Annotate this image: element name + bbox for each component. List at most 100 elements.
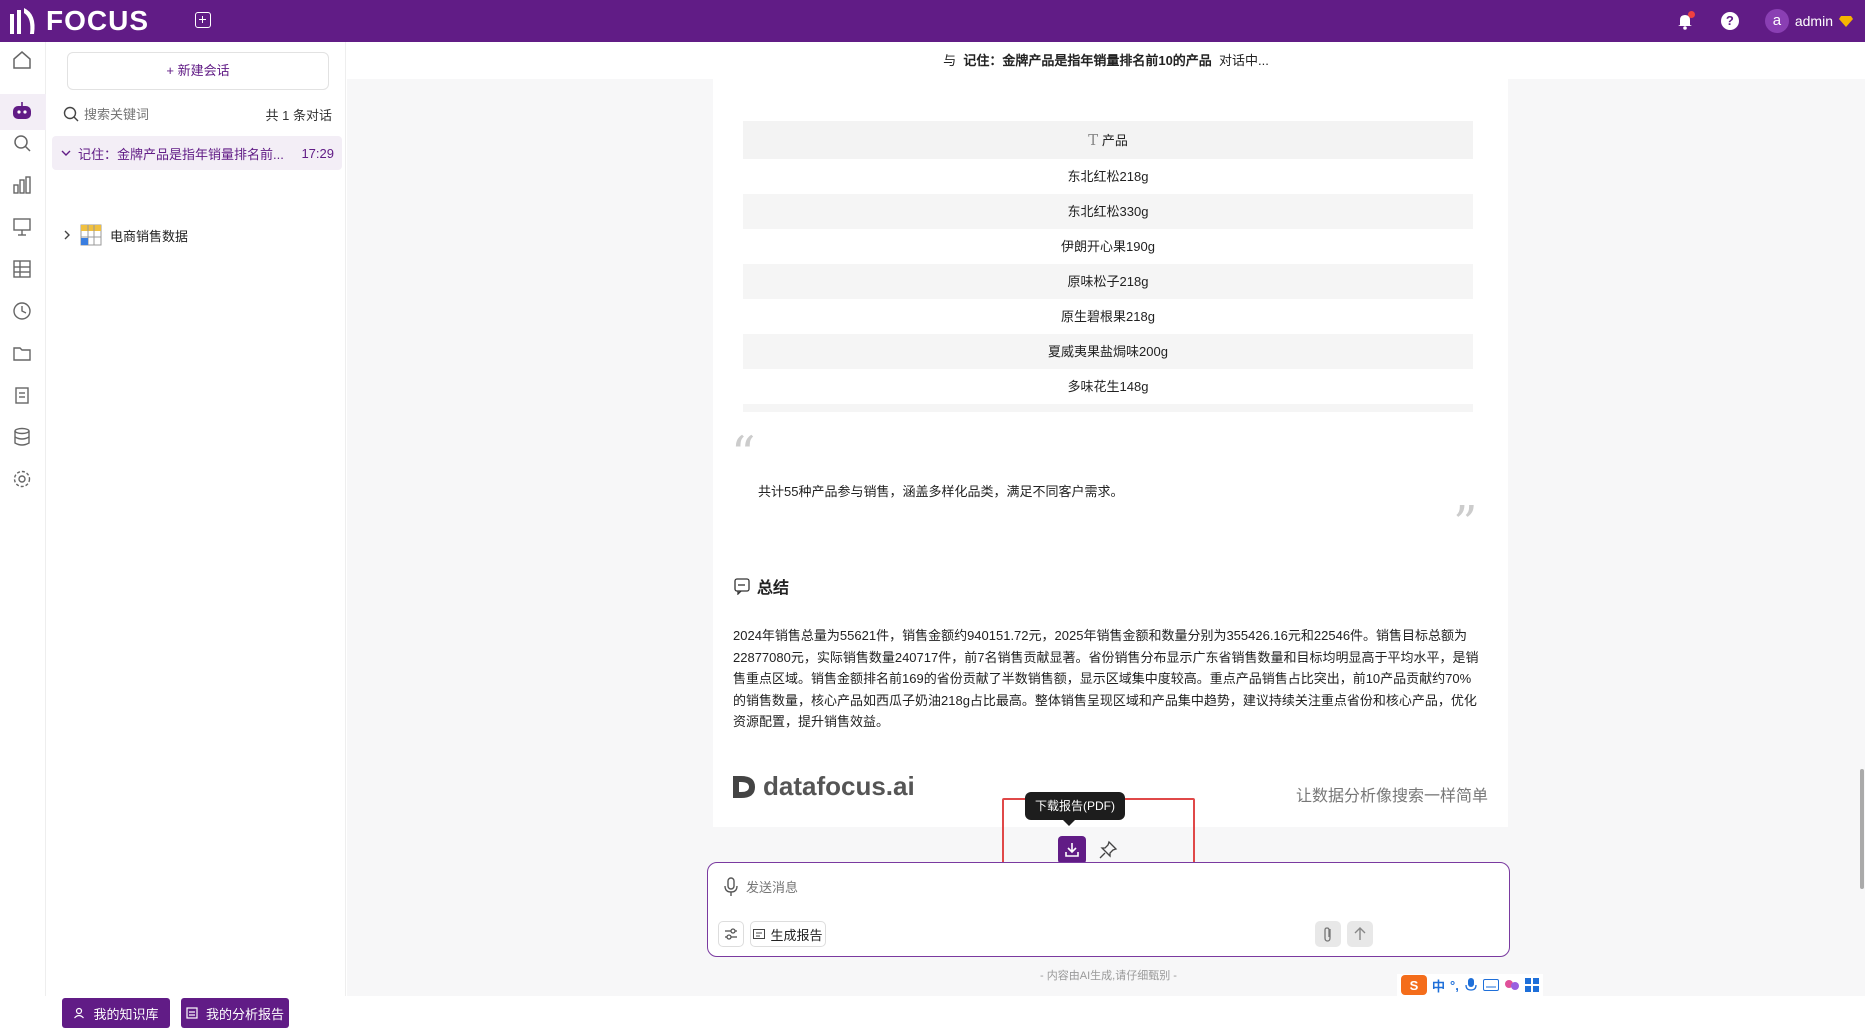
dataset-table-icon xyxy=(80,224,102,246)
summary-icon xyxy=(734,578,750,595)
user-icon xyxy=(74,1007,85,1019)
report-icon xyxy=(186,1007,198,1019)
ime-toolbar: S 中 °, xyxy=(1397,974,1543,996)
ime-punctuation[interactable]: °, xyxy=(1450,978,1459,993)
help-icon[interactable]: ? xyxy=(1720,12,1739,30)
table-row: 原味松子218g xyxy=(743,264,1473,299)
gear-icon[interactable] xyxy=(11,468,33,490)
header-status: 对话中... xyxy=(1219,53,1269,68)
analysis-reports-label: 我的分析报告 xyxy=(205,1006,284,1022)
new-chat-button[interactable]: + 新建会话 xyxy=(67,52,329,90)
message-input[interactable] xyxy=(746,875,1446,899)
table-header-label: 产品 xyxy=(1101,133,1128,148)
logo-mark-icon xyxy=(10,8,35,34)
generate-report-button[interactable]: 生成报告 xyxy=(750,921,826,947)
table-row: 多味花生148g xyxy=(1067,379,1149,394)
knowledge-base-label: 我的知识库 xyxy=(93,1006,159,1022)
brand-slogan: 让数据分析像搜索一样简单 xyxy=(1295,788,1488,805)
clipboard-icon[interactable] xyxy=(11,384,33,406)
svg-text:S: S xyxy=(1410,978,1419,993)
table-row: 东北红松218g xyxy=(1067,169,1149,184)
chevron-right-icon[interactable] xyxy=(62,229,72,241)
table-row-partial xyxy=(743,404,1473,412)
table-row: 原生碧根果218g xyxy=(1061,309,1155,324)
search-icon xyxy=(63,106,79,122)
logo-text: FOCUS xyxy=(46,5,149,36)
icon-rail xyxy=(0,42,46,996)
ime-keyboard-icon[interactable] xyxy=(1482,979,1499,991)
ime-mode[interactable]: 中 xyxy=(1432,976,1445,995)
dataset-name: 电商销售数据 xyxy=(110,228,189,244)
send-button[interactable] xyxy=(1347,921,1373,947)
ai-disclaimer: - 内容由AI生成,请仔细甄别 - xyxy=(1040,970,1177,982)
presentation-icon[interactable] xyxy=(11,216,33,238)
report-card: T 产品 东北红松218g 东北红松330g 伊朗开心果190g 原味松子218… xyxy=(713,79,1508,827)
scrollbar-thumb[interactable] xyxy=(1860,769,1864,889)
conversation-title: 记住：金牌产品是指年销量排名前... xyxy=(78,146,284,162)
report-icon xyxy=(753,929,766,939)
conversation-item[interactable]: 记住：金牌产品是指年销量排名前... 17:29 xyxy=(52,136,342,170)
ime-apps-icon[interactable] xyxy=(1524,978,1539,992)
dataset-tree-item[interactable]: 电商销售数据 xyxy=(62,224,188,246)
header-prefix: 与 xyxy=(943,53,957,68)
scrollbar[interactable] xyxy=(1859,79,1865,996)
microphone-icon[interactable] xyxy=(722,877,740,897)
ime-skin-icon[interactable] xyxy=(1504,978,1520,992)
user-menu[interactable]: a admin xyxy=(1764,9,1853,33)
insight-quote: 共计55种产品参与销售，涵盖多样化品类，满足不同客户需求。 xyxy=(758,484,1124,499)
avatar: a xyxy=(1764,9,1789,33)
top-bar: FOCUS ? a admin xyxy=(0,0,1865,42)
ime-microphone-icon[interactable] xyxy=(1464,977,1478,993)
user-name: admin xyxy=(1794,13,1833,29)
text-type-icon: T xyxy=(1088,131,1099,149)
summary-text: 2024年销售总量为55621件，销售金额约940151.72元，2025年销售… xyxy=(733,628,1479,729)
conversation-header: 与 记住：金牌产品是指年销量排名前10的产品 对话中... xyxy=(347,42,1865,79)
database-icon[interactable] xyxy=(11,426,33,448)
message-composer: 生成报告 xyxy=(707,862,1510,957)
attach-button[interactable] xyxy=(1315,921,1341,947)
download-tooltip: 下载报告(PDF) xyxy=(1025,792,1125,826)
table-header: T 产品 xyxy=(743,121,1473,159)
header-title: 记住：金牌产品是指年销量排名前10的产品 xyxy=(963,53,1212,68)
table-icon[interactable] xyxy=(11,258,33,280)
brand-text: datafocus.ai xyxy=(763,771,915,801)
knowledge-base-button[interactable]: 我的知识库 xyxy=(62,998,170,1028)
summary-title: 总结 xyxy=(757,580,790,597)
quote-open-icon: “ xyxy=(731,426,756,482)
sogou-ime-icon[interactable]: S xyxy=(1401,975,1427,995)
table-row: 东北红松330g xyxy=(743,194,1473,229)
robot-icon[interactable] xyxy=(11,100,33,122)
paperclip-icon xyxy=(1324,927,1331,942)
conversation-search: 共 1 条对话 xyxy=(62,102,332,126)
table-row: 夏威夷果盐焗味200g xyxy=(743,334,1473,369)
summary-heading: 总结 xyxy=(733,574,789,598)
datafocus-logo-icon xyxy=(733,775,755,798)
folder-icon[interactable] xyxy=(11,342,33,364)
brand-footer: datafocus.ai xyxy=(731,771,915,802)
settings-toggle-button[interactable] xyxy=(718,921,744,947)
table-row: 伊朗开心果190g xyxy=(1061,239,1155,254)
logo[interactable]: FOCUS xyxy=(8,5,149,36)
chart-icon[interactable] xyxy=(11,174,33,196)
arrow-up-icon xyxy=(1354,927,1366,940)
generate-report-label: 生成报告 xyxy=(770,927,823,943)
history-icon[interactable] xyxy=(11,300,33,322)
chevron-down-icon[interactable] xyxy=(60,147,72,159)
analysis-reports-button[interactable]: 我的分析报告 xyxy=(181,998,289,1028)
notification-bell-icon[interactable] xyxy=(1675,11,1695,31)
chat-main: 与 记住：金牌产品是指年销量排名前10的产品 对话中... T 产品 东北红松2… xyxy=(347,42,1865,996)
search-input[interactable] xyxy=(84,106,234,122)
vip-gem-icon xyxy=(1839,16,1853,27)
conversation-panel: + 新建会话 共 1 条对话 记住：金牌产品是指年销量排名前... 17:29 … xyxy=(46,42,346,1028)
search-icon[interactable] xyxy=(11,132,33,154)
download-pdf-button[interactable] xyxy=(1058,836,1086,864)
pin-icon[interactable] xyxy=(1097,839,1119,861)
conversation-count: 共 1 条对话 xyxy=(265,107,332,123)
sliders-icon xyxy=(725,928,737,940)
conversation-time: 17:29 xyxy=(301,145,334,161)
download-icon xyxy=(1065,843,1079,857)
quote-close-icon: ” xyxy=(1453,496,1478,552)
home-icon[interactable] xyxy=(11,49,33,71)
new-tab-icon[interactable] xyxy=(195,12,211,28)
notification-dot xyxy=(1687,11,1695,18)
